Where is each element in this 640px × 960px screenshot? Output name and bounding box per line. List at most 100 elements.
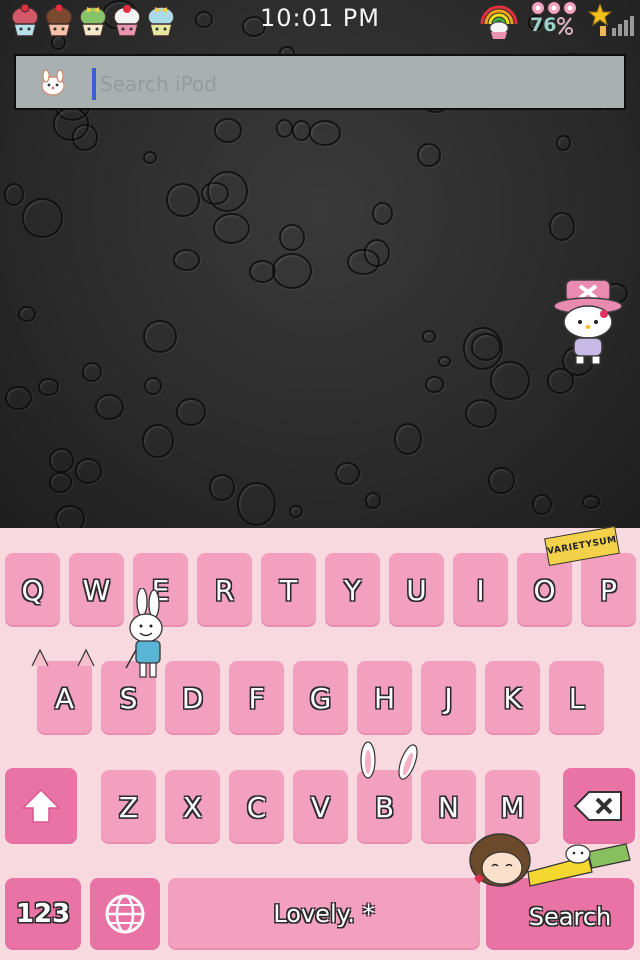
key-i[interactable]: I: [453, 553, 508, 627]
key-w[interactable]: W: [69, 553, 124, 627]
kitty-sticker: [553, 279, 623, 365]
key-label: Z: [118, 790, 139, 824]
raindrop: [37, 378, 60, 396]
key-k[interactable]: K: [485, 661, 540, 735]
key-r[interactable]: R: [197, 553, 252, 627]
numbers-key[interactable]: 123: [5, 878, 81, 950]
key-x[interactable]: X: [165, 770, 220, 844]
key-label: B: [374, 790, 395, 824]
raindrop: [249, 260, 276, 284]
key-f[interactable]: F: [229, 661, 284, 735]
key-label: C: [246, 790, 267, 824]
raindrop: [53, 107, 90, 141]
raindrop: [173, 249, 201, 271]
raindrop: [81, 361, 103, 382]
raindrop: [438, 355, 452, 367]
key-j[interactable]: J: [421, 661, 476, 735]
raindrop: [213, 118, 242, 143]
key-label: D: [181, 681, 204, 715]
key-label: Search: [528, 903, 612, 931]
bunny-sticker: [125, 588, 163, 678]
key-h[interactable]: H: [357, 661, 412, 735]
percent-icon: [557, 17, 573, 35]
raindrop: [488, 466, 516, 495]
key-label: F: [248, 681, 265, 715]
key-o[interactable]: O: [517, 553, 572, 627]
raindrop: [5, 385, 32, 411]
key-z[interactable]: Z: [101, 770, 156, 844]
key-label: V: [310, 790, 331, 824]
bunny-icon: [41, 70, 65, 96]
key-label: Q: [21, 573, 44, 607]
key-label: Y: [343, 573, 362, 607]
raindrop: [289, 505, 304, 518]
sticker-text: VARIETYSUM: [546, 534, 618, 558]
raindrop: [206, 171, 248, 212]
raindrop: [547, 368, 575, 394]
raindrop: [371, 201, 393, 225]
raindrop: [271, 252, 313, 290]
raindrop: [279, 224, 305, 252]
key-t[interactable]: T: [261, 553, 316, 627]
raindrop: [489, 360, 530, 401]
raindrop: [364, 239, 390, 268]
key-label: X: [182, 790, 203, 824]
key-label: H: [373, 681, 396, 715]
raindrop: [309, 119, 341, 146]
key-label: P: [600, 573, 617, 607]
cat-ears-sticker: [31, 648, 95, 667]
raindrop: [422, 329, 436, 343]
key-label: K: [503, 681, 522, 715]
key-label: T: [279, 573, 298, 607]
key-g[interactable]: G: [293, 661, 348, 735]
raindrop: [49, 472, 72, 493]
raindrop: [95, 394, 124, 420]
key-a[interactable]: A: [37, 661, 92, 735]
raindrop: [425, 375, 444, 394]
key-label: M: [500, 790, 525, 824]
key-u[interactable]: U: [389, 553, 444, 627]
key-label: 123: [15, 899, 71, 929]
wifi-icon: [480, 5, 518, 39]
key-label: J: [444, 681, 453, 715]
space-key[interactable]: Lovely. *: [168, 878, 480, 950]
key-label: L: [568, 681, 585, 715]
key-label: S: [119, 681, 138, 715]
key-label: A: [54, 681, 75, 715]
key-p[interactable]: P: [581, 553, 636, 627]
key-y[interactable]: Y: [325, 553, 380, 627]
raindrop: [21, 198, 63, 238]
raindrop: [237, 482, 276, 526]
raindrop: [555, 134, 572, 152]
raindrop: [74, 458, 103, 485]
raindrop: [142, 423, 175, 459]
key-q[interactable]: Q: [5, 553, 60, 627]
raindrop: [334, 462, 360, 486]
key-label: R: [214, 573, 235, 607]
keyboard: Q W E R T Y U I O P A S D F G H J K L Z …: [0, 525, 640, 960]
search-bar[interactable]: [14, 54, 626, 110]
raindrop: [209, 474, 235, 501]
raindrop: [549, 211, 576, 241]
bunny-ears-sticker: [360, 741, 418, 780]
raindrop: [276, 118, 294, 138]
raindrop: [55, 505, 85, 528]
globe-key[interactable]: [90, 878, 160, 950]
key-label: Lovely. *: [273, 900, 375, 928]
globe-icon: [105, 894, 145, 934]
search-input[interactable]: [90, 66, 622, 102]
raindrop: [142, 320, 177, 353]
raindrop: [465, 399, 497, 429]
key-label: W: [82, 573, 111, 607]
status-bar: 10:01 PM 76: [0, 0, 640, 42]
key-c[interactable]: C: [229, 770, 284, 844]
raindrop: [532, 493, 553, 515]
shift-arrow-icon: [21, 788, 61, 823]
raindrop: [393, 423, 423, 455]
raindrop: [463, 326, 504, 370]
key-label: N: [438, 790, 459, 824]
key-l[interactable]: L: [549, 661, 604, 735]
key-label: I: [476, 573, 485, 607]
shift-key[interactable]: [5, 768, 77, 844]
key-v[interactable]: V: [293, 770, 348, 844]
